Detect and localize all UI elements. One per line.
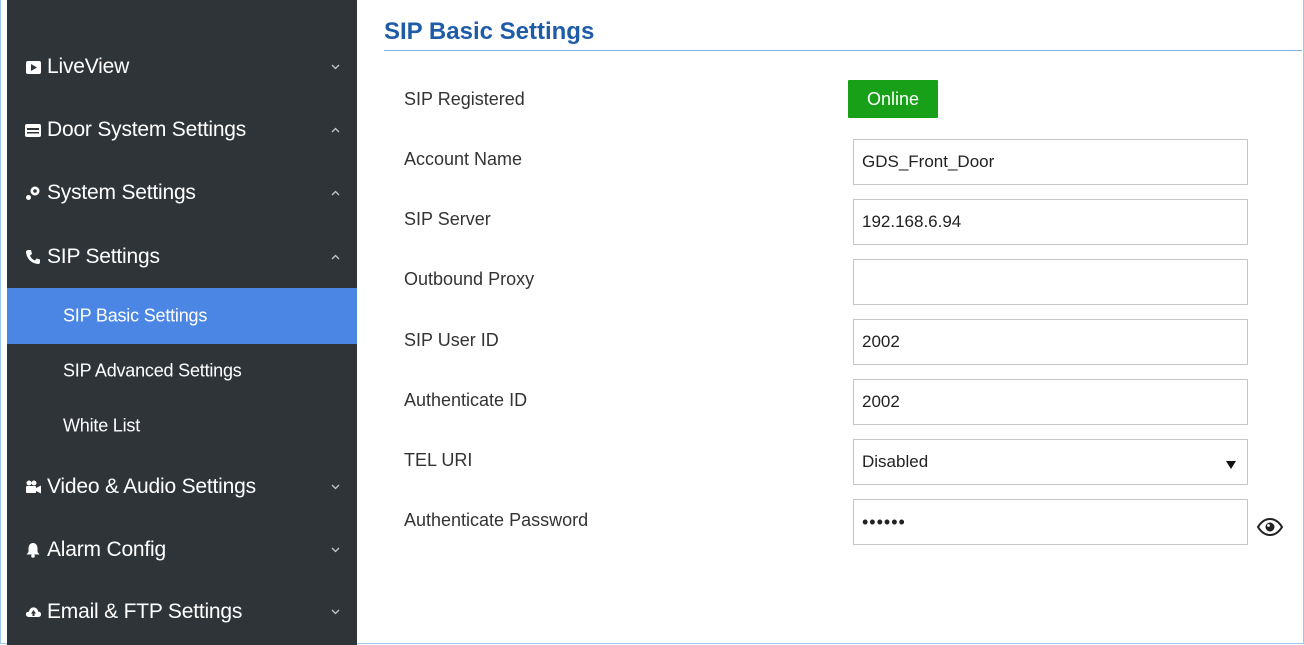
authenticate-password-label: Authenticate Password — [404, 510, 589, 530]
sidebar-item-email-ftp-settings[interactable]: Email & FTP Settings — [7, 580, 357, 644]
gear-key-icon — [24, 184, 42, 202]
title-divider — [384, 50, 1302, 51]
sidebar-subitem-label: White List — [63, 415, 141, 436]
play-box-icon — [24, 58, 42, 76]
chevron-up-icon — [329, 187, 341, 199]
sidebar-item-label: LiveView — [47, 55, 130, 78]
sidebar-item-system-settings[interactable]: System Settings — [7, 161, 357, 225]
account-name-input[interactable] — [853, 139, 1248, 185]
sidebar-subitem-sip-advanced-settings[interactable]: SIP Advanced Settings — [7, 343, 357, 399]
phone-icon — [24, 248, 42, 266]
sidebar-item-label: System Settings — [47, 181, 196, 204]
sip-user-id-input[interactable] — [853, 319, 1248, 365]
outbound-proxy-label: Outbound Proxy — [404, 269, 535, 289]
chevron-up-icon — [329, 251, 341, 263]
sidebar-item-label: Alarm Config — [47, 538, 166, 561]
sip-server-label: SIP Server — [404, 209, 491, 229]
sidebar-item-sip-settings[interactable]: SIP Settings — [7, 225, 357, 289]
tel-uri-select[interactable]: Disabled — [853, 439, 1248, 485]
password-mask: •••••• — [862, 511, 906, 532]
sip-registered-label: SIP Registered — [404, 89, 525, 109]
cloud-icon — [24, 603, 42, 621]
camera-icon — [24, 478, 42, 496]
authenticate-password-input[interactable]: •••••• — [853, 499, 1248, 545]
chevron-down-icon — [329, 61, 341, 73]
authenticate-id-label: Authenticate ID — [404, 390, 528, 410]
sidebar-item-label: Door System Settings — [47, 118, 247, 141]
page-title: SIP Basic Settings — [384, 18, 595, 45]
sidebar-subitem-white-list[interactable]: White List — [7, 398, 357, 454]
sidebar: LiveView Door System Settings System Set… — [7, 0, 357, 645]
sidebar-item-alarm-config[interactable]: Alarm Config — [7, 518, 357, 582]
dropdown-arrow-icon — [1225, 457, 1237, 469]
bell-icon — [24, 541, 42, 559]
sidebar-item-label: Video & Audio Settings — [47, 475, 256, 498]
account-name-label: Account Name — [404, 149, 523, 169]
sidebar-item-label: Email & FTP Settings — [47, 600, 243, 623]
sidebar-subitem-sip-basic-settings[interactable]: SIP Basic Settings — [7, 288, 357, 344]
sidebar-item-label: SIP Settings — [47, 245, 160, 268]
chevron-down-icon — [329, 481, 341, 493]
chevron-down-icon — [329, 606, 341, 618]
sip-user-id-label: SIP User ID — [404, 330, 499, 350]
sidebar-subitem-label: SIP Basic Settings — [63, 305, 208, 326]
sidebar-item-video-audio-settings[interactable]: Video & Audio Settings — [7, 455, 357, 519]
sip-server-input[interactable] — [853, 199, 1248, 245]
sip-registered-status-badge: Online — [848, 80, 938, 118]
eye-icon[interactable] — [1256, 517, 1284, 537]
tel-uri-selected-value: Disabled — [862, 452, 929, 471]
outbound-proxy-input[interactable] — [853, 259, 1248, 305]
card-icon — [24, 121, 42, 139]
chevron-up-icon — [329, 124, 341, 136]
sidebar-item-liveview[interactable]: LiveView — [7, 35, 357, 99]
tel-uri-label: TEL URI — [404, 450, 473, 470]
authenticate-id-input[interactable] — [853, 379, 1248, 425]
sidebar-subitem-label: SIP Advanced Settings — [63, 360, 242, 381]
chevron-down-icon — [329, 544, 341, 556]
sidebar-item-door-system-settings[interactable]: Door System Settings — [7, 98, 357, 162]
